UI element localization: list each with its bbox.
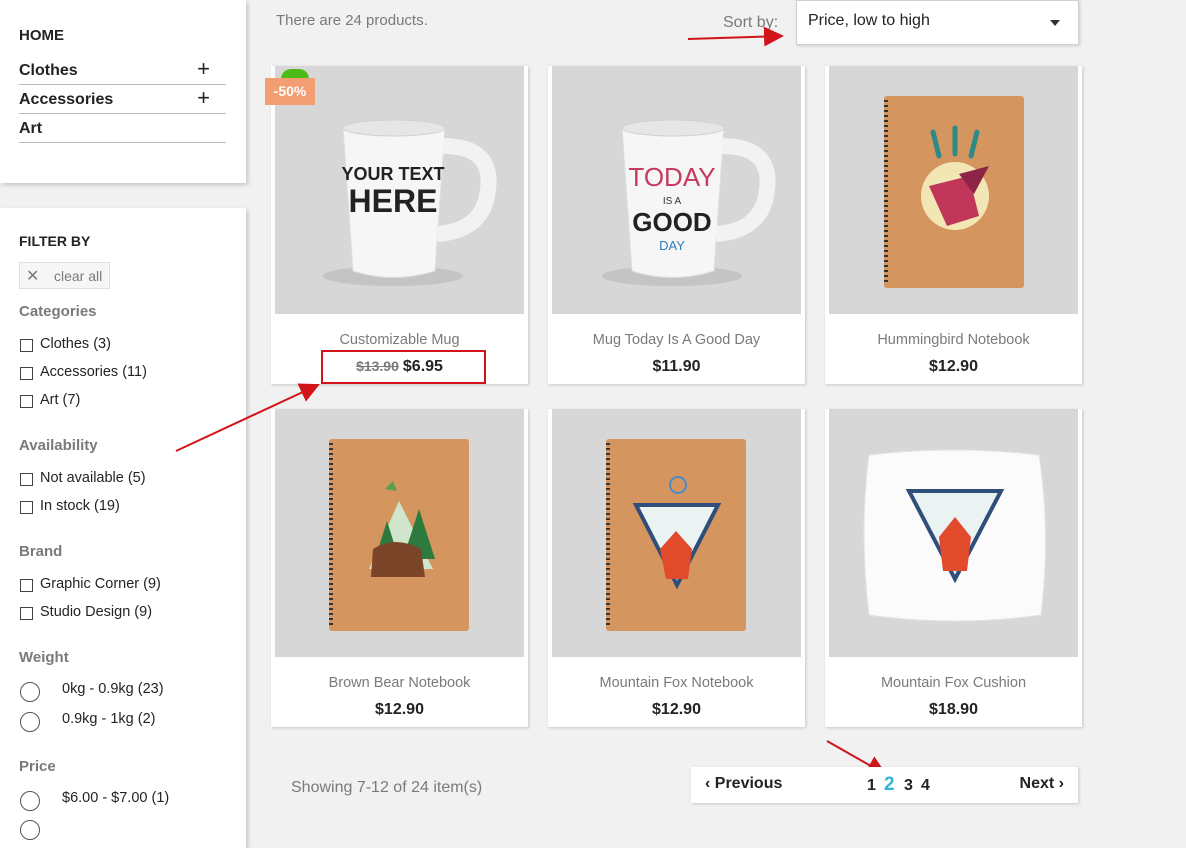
radio[interactable] bbox=[20, 820, 40, 840]
page-link-current[interactable]: 2 bbox=[884, 774, 895, 796]
next-label: Next bbox=[1019, 775, 1055, 792]
next-button[interactable]: Next › bbox=[1020, 775, 1064, 793]
arrow-price bbox=[175, 383, 320, 452]
pagination: ‹ Previous 1 2 3 4 Next › bbox=[691, 767, 1078, 803]
previous-button[interactable]: ‹ Previous bbox=[705, 775, 782, 793]
chevron-right-icon: › bbox=[1054, 775, 1064, 792]
chevron-left-icon: ‹ bbox=[705, 775, 715, 792]
showing-text: Showing 7-12 of 24 item(s) bbox=[291, 779, 483, 796]
annotation-arrows bbox=[175, 26, 887, 775]
page-link[interactable]: 1 bbox=[867, 777, 876, 795]
arrow-sort bbox=[687, 26, 784, 47]
previous-label: Previous bbox=[714, 775, 783, 792]
page-link[interactable]: 3 bbox=[904, 777, 913, 795]
page-link[interactable]: 4 bbox=[921, 777, 930, 795]
